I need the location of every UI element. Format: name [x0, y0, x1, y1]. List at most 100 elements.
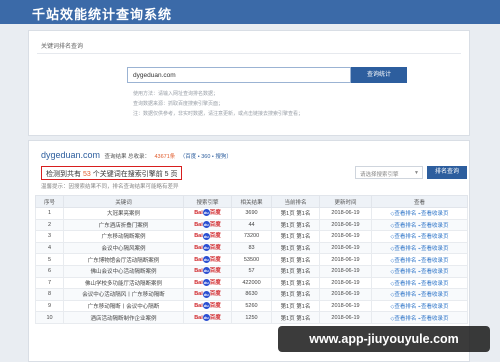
row-date: 2018-06-19: [319, 230, 372, 243]
breadcrumb: 关键词排名查询: [41, 44, 84, 50]
help-item: 使用方法：请输入网址查询排名数据；: [133, 91, 219, 97]
column-header: 当前排名: [271, 195, 320, 208]
view-rank-link[interactable]: 查看排名: [394, 292, 416, 298]
row-rank: 第1页 第1名: [271, 241, 320, 255]
query-panel: 关键词排名查询 查询统计 使用方法：请输入网址查询排名数据； 查询数据来源：抓取…: [28, 30, 470, 136]
baidu-logo-bai: Bai: [194, 303, 203, 310]
row-keyword: 会议中心隔风案例: [63, 241, 184, 255]
view-indexed-link[interactable]: 查看收录页: [421, 258, 449, 264]
baidu-logo-cn: 百度: [209, 210, 221, 217]
row-results: 3690: [231, 207, 272, 220]
row-actions: ◇查看排名 ⌁查看收录页: [371, 288, 468, 301]
watermark: www.app-jiuyouyule.com: [278, 326, 490, 352]
view-indexed-link[interactable]: 查看收录页: [421, 246, 449, 252]
row-results: 8630: [231, 288, 272, 301]
row-keyword: 佛山学校多功能厅活动隔断案例: [63, 276, 184, 290]
row-results: 1250: [231, 311, 272, 324]
baidu-logo: Baidu百度: [194, 209, 221, 217]
table-row: 2 广东酒店折叠门案例 Baidu百度 44 第1页 第1名 2018-06-19 ◇查看排…: [35, 218, 468, 232]
row-number: 5: [35, 253, 64, 266]
row-number: 3: [35, 230, 64, 243]
view-rank-link[interactable]: 查看排名: [394, 281, 416, 287]
view-rank-link[interactable]: 查看排名: [394, 223, 416, 229]
table-row: 10 酒店活动隔断制作企业案例 Baidu百度 1250 第1页 第1名 2018-06-…: [35, 311, 468, 324]
help-item: 查询数据来源：抓取百度搜索引擎页面；: [133, 101, 224, 107]
view-indexed-link[interactable]: 查看收录页: [421, 304, 449, 310]
summary-count: 53: [82, 171, 91, 178]
row-date: 2018-06-19: [319, 253, 372, 266]
row-keyword: 大冠果亮案例: [63, 207, 184, 220]
search-button[interactable]: 查询统计: [351, 67, 407, 83]
view-rank-link[interactable]: 查看排名: [394, 269, 416, 275]
view-indexed-link[interactable]: 查看收录页: [421, 316, 449, 322]
row-actions: ◇查看排名 ⌁查看收录页: [371, 207, 468, 220]
row-rank: 第1页 第1名: [271, 264, 320, 278]
paw-icon: du: [202, 302, 210, 310]
baidu-logo-bai: Bai: [194, 210, 203, 217]
row-rank: 第1页 第1名: [271, 230, 320, 243]
view-rank-link[interactable]: 查看排名: [394, 304, 416, 310]
view-rank-link[interactable]: 查看排名: [394, 316, 416, 322]
table-row: 4 会议中心隔风案例 Baidu百度 83 第1页 第1名 2018-06-19 ◇查看排名…: [35, 241, 468, 255]
rank-table: 序号 关键词 搜索引擎 相关结果 当前排名 更新时间 查看 1 大冠果亮案例 Bai…: [35, 195, 468, 324]
view-indexed-link[interactable]: 查看收录页: [421, 223, 449, 229]
row-rank: 第1页 第1名: [271, 207, 320, 220]
column-header: 关键词: [63, 195, 184, 208]
top-bar: 千站效能统计查询系统: [0, 0, 500, 24]
view-rank-link[interactable]: 查看排名: [394, 246, 416, 252]
view-rank-link[interactable]: 查看排名: [394, 211, 416, 217]
row-actions: ◇查看排名 ⌁查看收录页: [371, 311, 468, 324]
baidu-logo-cn: 百度: [209, 233, 221, 240]
row-actions: ◇查看排名 ⌁查看收录页: [371, 230, 468, 243]
row-engine: Baidu百度: [183, 241, 232, 255]
row-number: 1: [35, 207, 64, 220]
view-indexed-link[interactable]: 查看收录页: [421, 269, 449, 275]
baidu-logo-cn: 百度: [209, 279, 221, 286]
tip-text: 温馨提示：因搜索结果不同，排名查询结果可能略有差异: [41, 184, 179, 190]
rank-query-button[interactable]: 排名查询: [427, 166, 467, 179]
engine-select[interactable]: 请选择搜索引擎 ▼: [355, 166, 423, 179]
view-indexed-link[interactable]: 查看收录页: [421, 211, 449, 217]
paw-icon: du: [202, 290, 210, 298]
row-engine: Baidu百度: [183, 230, 232, 243]
row-results: 83: [231, 241, 272, 255]
paw-icon: du: [202, 267, 210, 275]
view-indexed-link[interactable]: 查看收录页: [421, 234, 449, 240]
summary-suffix: 个关键词在搜索引擎前 5 页: [90, 171, 178, 178]
paw-icon: du: [202, 209, 210, 217]
row-engine: Baidu百度: [183, 288, 232, 301]
row-results: 73200: [231, 230, 272, 243]
row-number: 10: [35, 311, 64, 324]
summary-prefix: 检测到共有: [46, 171, 83, 178]
baidu-logo-bai: Bai: [194, 233, 203, 240]
view-rank-link[interactable]: 查看排名: [394, 258, 416, 264]
row-rank: 第1页 第1名: [271, 218, 320, 232]
row-number: 8: [35, 288, 64, 301]
column-header: 相关结果: [231, 195, 272, 208]
row-rank: 第1页 第1名: [271, 311, 320, 324]
row-actions: ◇查看排名 ⌁查看收录页: [371, 276, 468, 290]
row-date: 2018-06-19: [319, 299, 372, 313]
row-date: 2018-06-19: [319, 288, 372, 301]
view-indexed-link[interactable]: 查看收录页: [421, 292, 449, 298]
table-row: 5 广东博物馆会厅活动隔断案例 Baidu百度 53500 第1页 第1名 2018-06…: [35, 253, 468, 266]
row-number: 6: [35, 264, 64, 278]
table-row: 6 佛山会议中心活动隔断案例 Baidu百度 57 第1页 第1名 2018-06-19 ◇…: [35, 264, 468, 278]
row-actions: ◇查看排名 ⌁查看收录页: [371, 253, 468, 266]
column-header: 搜索引擎: [183, 195, 232, 208]
paw-icon: du: [202, 220, 210, 228]
table-body: 1 大冠果亮案例 Baidu百度 3690 第1页 第1名 2018-06-19 ◇查看排名…: [35, 207, 468, 324]
row-rank: 第1页 第1名: [271, 299, 320, 313]
baidu-logo: Baidu百度: [194, 290, 221, 298]
engine-links[interactable]: （百度 • 360 • 搜狗）: [180, 154, 232, 160]
view-rank-link[interactable]: 查看排名: [394, 234, 416, 240]
row-date: 2018-06-19: [319, 241, 372, 255]
row-rank: 第1页 第1名: [271, 276, 320, 290]
row-date: 2018-06-19: [319, 276, 372, 290]
row-keyword: 佛山会议中心活动隔断案例: [63, 264, 184, 278]
view-indexed-link[interactable]: 查看收录页: [421, 281, 449, 287]
row-date: 2018-06-19: [319, 207, 372, 220]
baidu-logo: Baidu百度: [194, 313, 221, 322]
search-input[interactable]: [127, 67, 351, 83]
total-count: 43671条: [154, 154, 176, 160]
